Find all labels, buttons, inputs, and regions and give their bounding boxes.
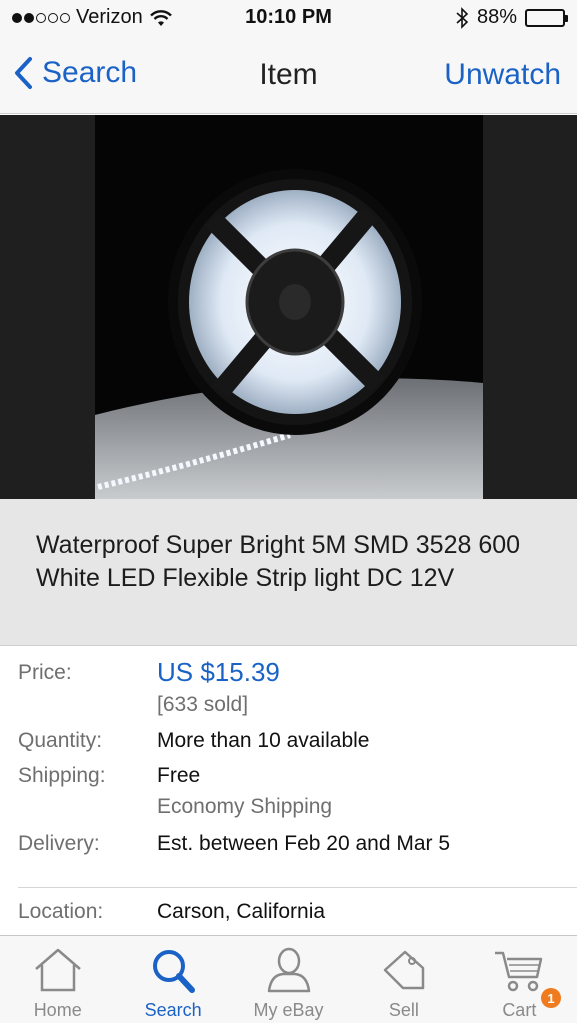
bluetooth-icon — [456, 6, 469, 29]
tag-icon — [383, 950, 425, 990]
tab-cart[interactable]: 1 Cart — [462, 936, 577, 1023]
price-label: Price: — [18, 661, 72, 684]
tab-search-label: Search — [144, 1000, 202, 1020]
unwatch-button[interactable]: Unwatch — [444, 58, 561, 92]
navigation-bar: Search Item Unwatch — [0, 36, 577, 114]
battery-icon — [525, 8, 568, 27]
location-value: Carson, California — [157, 900, 326, 923]
shipping-method: Economy Shipping — [157, 795, 333, 818]
cart-badge: 1 — [541, 988, 562, 1008]
tab-search[interactable]: Search — [115, 936, 230, 1023]
price-value: US $15.39 — [157, 657, 280, 687]
battery-info: 88% — [455, 6, 568, 29]
home-icon — [34, 948, 81, 992]
location-label: Location: — [18, 900, 104, 923]
shipping-label: Shipping: — [18, 764, 106, 787]
tab-home[interactable]: Home — [0, 936, 115, 1023]
cart-icon — [495, 951, 543, 992]
person-icon — [267, 947, 310, 993]
tab-my-ebay-label: My eBay — [253, 1000, 324, 1020]
battery-percent: 88% — [476, 6, 517, 28]
item-title-section: Waterproof Super Bright 5M SMD 3528 600 … — [0, 499, 577, 646]
tab-my-ebay[interactable]: My eBay — [231, 936, 346, 1023]
product-image[interactable] — [0, 115, 577, 499]
delivery-value: Est. between Feb 20 and Mar 5 — [157, 832, 451, 855]
status-bar: Verizon 10:10 PM 88% — [0, 0, 577, 36]
shipping-value: Free — [157, 764, 201, 787]
sold-count: [633 sold] — [157, 693, 249, 716]
tab-bar: Home Search My eBay Sell 1 Cart — [0, 935, 577, 1023]
tab-sell[interactable]: Sell — [346, 936, 461, 1023]
tab-cart-label: Cart — [502, 1000, 537, 1020]
item-title: Waterproof Super Bright 5M SMD 3528 600 … — [36, 531, 521, 592]
quantity-label: Quantity: — [18, 729, 103, 752]
quantity-value: More than 10 available — [157, 729, 370, 752]
delivery-label: Delivery: — [18, 832, 100, 855]
tab-sell-label: Sell — [388, 1000, 419, 1020]
search-icon — [153, 950, 196, 993]
divider — [18, 887, 577, 888]
tab-home-label: Home — [33, 1000, 82, 1020]
